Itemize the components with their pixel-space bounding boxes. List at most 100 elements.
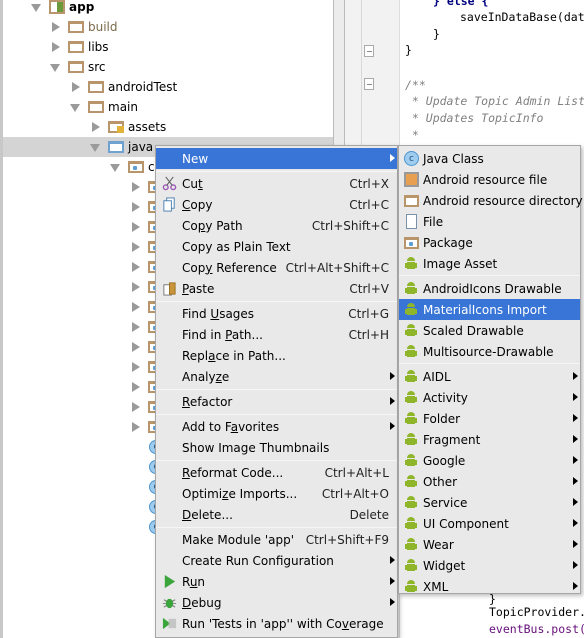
submenu-item-file[interactable]: File [399, 211, 580, 232]
menu-item-delete[interactable]: Delete... Delete [156, 504, 397, 525]
expand-arrow-icon[interactable] [130, 282, 140, 292]
expand-arrow-icon[interactable] [130, 382, 140, 392]
expand-arrow-icon[interactable] [130, 322, 140, 332]
submenu-item-aidl[interactable]: AIDL [399, 366, 580, 387]
java-class-icon: c [404, 151, 419, 166]
submenu-item-java-class[interactable]: c Java Class [399, 148, 580, 169]
menu-item-replace-in-path[interactable]: Replace in Path... [156, 345, 397, 366]
menu-item-run[interactable]: Run [156, 571, 397, 592]
menu-item-label: Make Module 'app' [182, 532, 295, 547]
menu-item-label: Java Class [423, 151, 484, 166]
menu-item-optimize-imports[interactable]: Optimize Imports... Ctrl+Alt+O [156, 483, 397, 504]
menu-item-add-to-favorites[interactable]: Add to Favorites [156, 416, 397, 437]
menu-separator [156, 389, 397, 390]
submenu-item-service[interactable]: Service [399, 492, 580, 513]
menu-item-debug[interactable]: Debug [156, 592, 397, 613]
submenu-item-multisource-drawable[interactable]: Multisource-Drawable [399, 341, 580, 362]
submenu-item-package[interactable]: Package [399, 232, 580, 253]
menu-item-copy-path[interactable]: Copy Path Ctrl+Shift+C [156, 215, 397, 236]
expand-arrow-icon[interactable] [130, 342, 140, 352]
new-submenu: c Java Class Android resource file Android … [398, 145, 583, 597]
expand-arrow-icon[interactable] [50, 42, 60, 52]
expand-arrow-icon[interactable] [90, 122, 100, 132]
submenu-arrow-icon [390, 372, 395, 380]
tree-item-label: assets [128, 120, 167, 134]
menu-item-label: Debug [182, 595, 222, 610]
menu-item-copy[interactable]: Copy Ctrl+C [156, 194, 397, 215]
menu-separator [399, 275, 580, 276]
menu-item-paste[interactable]: Paste Ctrl+V [156, 278, 397, 299]
menu-item-run-with-coverage[interactable]: Run 'Tests in 'app'' with Coverage [156, 613, 397, 634]
expand-arrow-icon[interactable] [110, 162, 120, 172]
expand-arrow-icon[interactable] [130, 402, 140, 412]
expand-arrow-icon[interactable] [50, 62, 60, 72]
menu-item-analyze[interactable]: Analyze [156, 366, 397, 387]
shortcut-label: Ctrl+H [348, 327, 389, 342]
submenu-item-android-resource-directory[interactable]: Android resource directory [399, 190, 583, 211]
menu-item-refactor[interactable]: Refactor [156, 391, 397, 412]
expand-arrow-icon[interactable] [130, 302, 140, 312]
expand-arrow-icon[interactable] [130, 202, 140, 212]
menu-item-cut[interactable]: Cut Ctrl+X [156, 173, 397, 194]
menu-item-find-usages[interactable]: Find Usages Ctrl+G [156, 303, 397, 324]
file-icon [406, 214, 417, 229]
tree-item-androidtest[interactable]: androidTest [3, 77, 333, 97]
folder-icon [88, 81, 104, 93]
menu-item-label: Other [423, 474, 458, 489]
submenu-item-widget[interactable]: Widget [399, 555, 580, 576]
menu-item-label: MaterialIcons Import [423, 302, 547, 317]
expand-arrow-icon[interactable] [130, 222, 140, 232]
submenu-item-wear[interactable]: Wear [399, 534, 580, 555]
expand-arrow-icon[interactable] [130, 242, 140, 252]
submenu-item-android-resource-file[interactable]: Android resource file [399, 169, 580, 190]
submenu-item-scaled-drawable[interactable]: Scaled Drawable [399, 320, 580, 341]
menu-item-new[interactable]: New [156, 148, 397, 169]
expand-arrow-icon[interactable] [31, 2, 41, 12]
tree-item-build[interactable]: build [3, 17, 333, 37]
submenu-item-fragment[interactable]: Fragment [399, 429, 580, 450]
menu-item-label: Find in Path... [182, 327, 263, 342]
code-line: * Update Topic Admin List [405, 94, 584, 108]
expand-arrow-icon[interactable] [130, 182, 140, 192]
menu-item-copy-reference[interactable]: Copy Reference Ctrl+Alt+Shift+C [156, 257, 397, 278]
expand-arrow-icon[interactable] [50, 22, 60, 32]
submenu-item-folder[interactable]: Folder [399, 408, 580, 429]
folder-icon [68, 41, 84, 53]
fold-marker-icon[interactable] [364, 45, 374, 57]
submenu-item-ui-component[interactable]: UI Component [399, 513, 580, 534]
expand-arrow-icon[interactable] [90, 142, 100, 152]
menu-separator [156, 460, 397, 461]
submenu-item-materialicons-import[interactable]: MaterialIcons Import [399, 299, 580, 320]
menu-item-copy-plain-text[interactable]: Copy as Plain Text [156, 236, 397, 257]
fold-marker-icon[interactable] [364, 78, 374, 90]
submenu-item-image-asset[interactable]: Image Asset [399, 253, 580, 274]
menu-item-create-run-configuration[interactable]: Create Run Configuration [156, 550, 397, 571]
tree-item-assets[interactable]: assets [3, 117, 333, 137]
expand-arrow-icon[interactable] [70, 102, 80, 112]
scissors-icon [162, 176, 177, 191]
menu-item-label: Scaled Drawable [423, 323, 524, 338]
android-icon [404, 558, 418, 573]
tree-item-src[interactable]: src [3, 57, 333, 77]
android-icon [404, 344, 418, 359]
submenu-item-androidicons-drawable[interactable]: AndroidIcons Drawable [399, 278, 580, 299]
android-icon [404, 579, 418, 594]
submenu-item-google[interactable]: Google [399, 450, 580, 471]
shortcut-label: Ctrl+Alt+Shift+C [285, 260, 389, 275]
menu-item-find-in-path[interactable]: Find in Path... Ctrl+H [156, 324, 397, 345]
menu-item-label: File [423, 214, 444, 229]
expand-arrow-icon[interactable] [130, 422, 140, 432]
menu-item-reformat-code[interactable]: Reformat Code... Ctrl+Alt+L [156, 462, 397, 483]
tree-item-main[interactable]: main [3, 97, 333, 117]
expand-arrow-icon[interactable] [70, 82, 80, 92]
expand-arrow-icon[interactable] [130, 262, 140, 272]
tree-item-app[interactable]: app [3, 0, 333, 17]
tree-item-libs[interactable]: libs [3, 37, 333, 57]
expand-arrow-icon[interactable] [130, 362, 140, 372]
menu-item-show-image-thumbnails[interactable]: Show Image Thumbnails [156, 437, 397, 458]
menu-item-make-module[interactable]: Make Module 'app' Ctrl+Shift+F9 [156, 529, 397, 550]
submenu-item-xml[interactable]: XML [399, 576, 580, 597]
submenu-item-other[interactable]: Other [399, 471, 580, 492]
submenu-item-activity[interactable]: Activity [399, 387, 580, 408]
folder-icon [68, 21, 84, 33]
